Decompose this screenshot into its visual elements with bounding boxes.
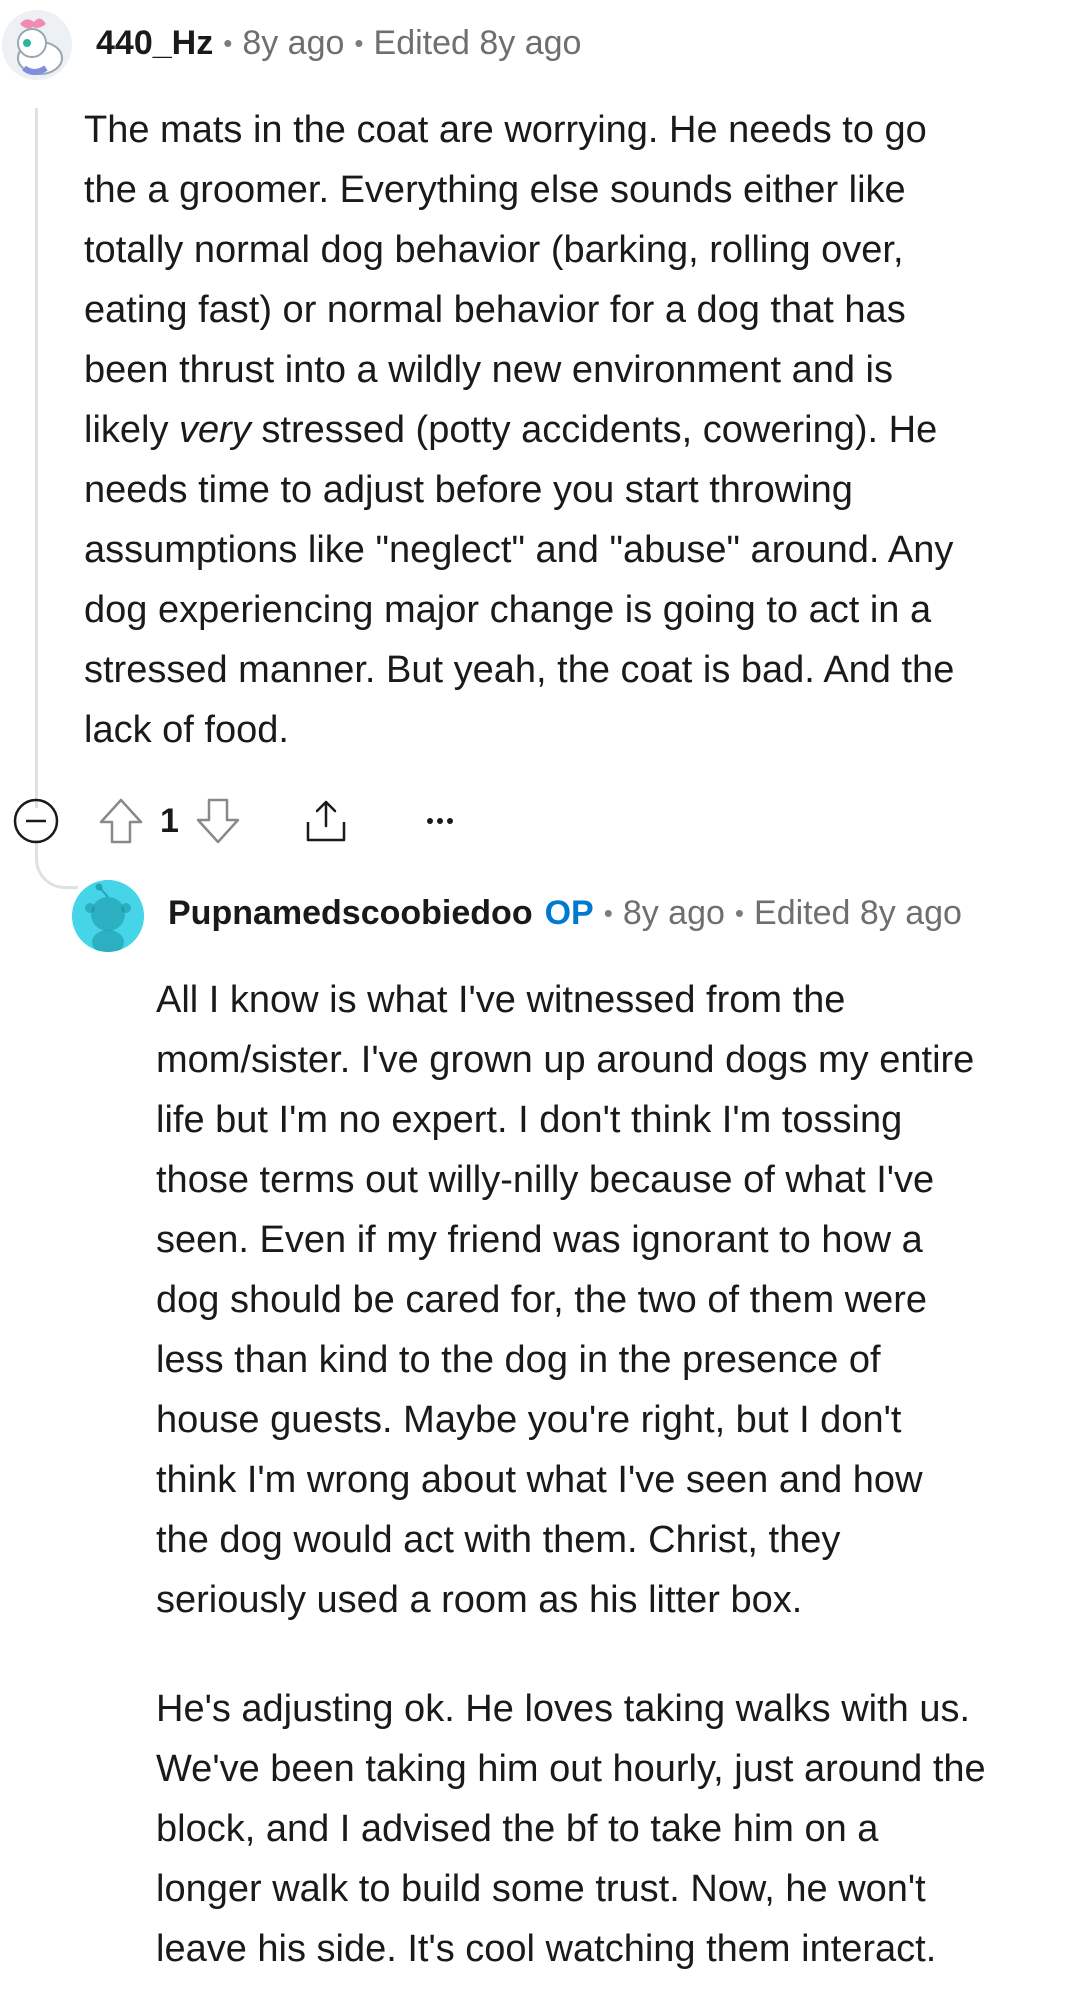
share-icon[interactable] <box>301 796 351 846</box>
body-line: stressed manner. But yeah, the coat is b… <box>84 649 955 691</box>
body-line: likely very stressed (potty accidents, c… <box>84 400 1064 460</box>
more-options-icon[interactable] <box>415 796 465 846</box>
body-line: The mats in the coat are worrying. He ne… <box>84 109 927 151</box>
body-line: eating fast) or normal behavior for a do… <box>84 289 906 331</box>
body-line: mom/sister. I've grown up around dogs my… <box>156 1039 975 1081</box>
body-line: lack of food. <box>84 709 289 751</box>
user-avatar[interactable] <box>2 10 72 80</box>
body-line: We've been taking him out hourly, just a… <box>156 1748 986 1790</box>
meta-separator: • <box>603 898 613 928</box>
body-line: assumptions like "neglect" and "abuse" a… <box>84 529 954 571</box>
body-text-span: stressed (potty accidents, cowering). He <box>250 409 938 451</box>
body-line: block, and I advised the bf to take him … <box>156 1808 879 1850</box>
body-line: think I'm wrong about what I've seen and… <box>156 1459 923 1501</box>
body-line: dog should be cared for, the two of them… <box>156 1279 928 1321</box>
op-badge: OP <box>544 894 594 932</box>
default-snoo-icon <box>72 880 144 952</box>
collapse-minus-icon[interactable] <box>12 797 60 845</box>
avatar-snoo-icon <box>2 10 72 80</box>
body-line: totally normal dog behavior (barking, ro… <box>84 229 904 271</box>
body-line: needs time to adjust before you start th… <box>84 469 853 511</box>
body-line: dog experiencing major change is going t… <box>84 589 932 631</box>
body-line: He's adjusting ok. He loves taking walks… <box>156 1688 971 1730</box>
body-line: All I know is what I've witnessed from t… <box>156 979 846 1021</box>
emphasis-text: very <box>179 409 251 451</box>
comment-timestamp: 8y ago <box>242 24 345 62</box>
comment-action-bar: 1 <box>12 796 465 846</box>
body-line: seriously used a room as his litter box. <box>156 1579 803 1621</box>
reply-user-avatar[interactable] <box>72 880 144 952</box>
vote-count: 1 <box>160 801 179 840</box>
reply-timestamp: 8y ago <box>622 894 725 932</box>
body-line: longer walk to build some trust. Now, he… <box>156 1868 926 1910</box>
body-line: those terms out willy-nilly because of w… <box>156 1159 935 1201</box>
comment-meta: 440_Hz • 8y ago • Edited 8y ago <box>96 24 581 63</box>
reply-edited: Edited 8y ago <box>754 894 962 932</box>
comment-edited: Edited 8y ago <box>373 24 582 62</box>
reply-username[interactable]: Pupnamedscoobiedoo <box>168 894 533 933</box>
comment-username[interactable]: 440_Hz <box>96 24 213 63</box>
body-line: the dog would act with them. Christ, the… <box>156 1519 841 1561</box>
downvote-arrow-icon[interactable] <box>193 796 243 846</box>
body-line: life but I'm no expert. I don't think I'… <box>156 1099 903 1141</box>
body-line: leave his side. It's cool watching them … <box>156 1928 937 1970</box>
thread-line-vertical <box>35 108 38 808</box>
body-line: less than kind to the dog in the presenc… <box>156 1339 881 1381</box>
body-line: the a groomer. Everything else sounds ei… <box>84 169 906 211</box>
body-text-span: likely <box>84 409 180 451</box>
body-line: seen. Even if my friend was ignorant to … <box>156 1219 923 1261</box>
reply-body-paragraph: He's adjusting ok. He loves taking walks… <box>156 1679 1076 1979</box>
meta-separator: • <box>734 898 745 928</box>
body-line: house guests. Maybe you're right, but I … <box>156 1399 902 1441</box>
meta-separator: • <box>354 28 364 58</box>
meta-separator: • <box>223 28 233 58</box>
reply-body-paragraph: All I know is what I've witnessed from t… <box>156 970 1076 1630</box>
body-line: been thrust into a wildly new environmen… <box>84 349 894 391</box>
thread-line-elbow <box>35 840 78 889</box>
upvote-arrow-icon[interactable] <box>96 796 146 846</box>
reply-meta: Pupnamedscoobiedoo OP • 8y ago • Edited … <box>168 894 962 933</box>
comment-body: The mats in the coat are worrying. He ne… <box>84 100 1064 760</box>
